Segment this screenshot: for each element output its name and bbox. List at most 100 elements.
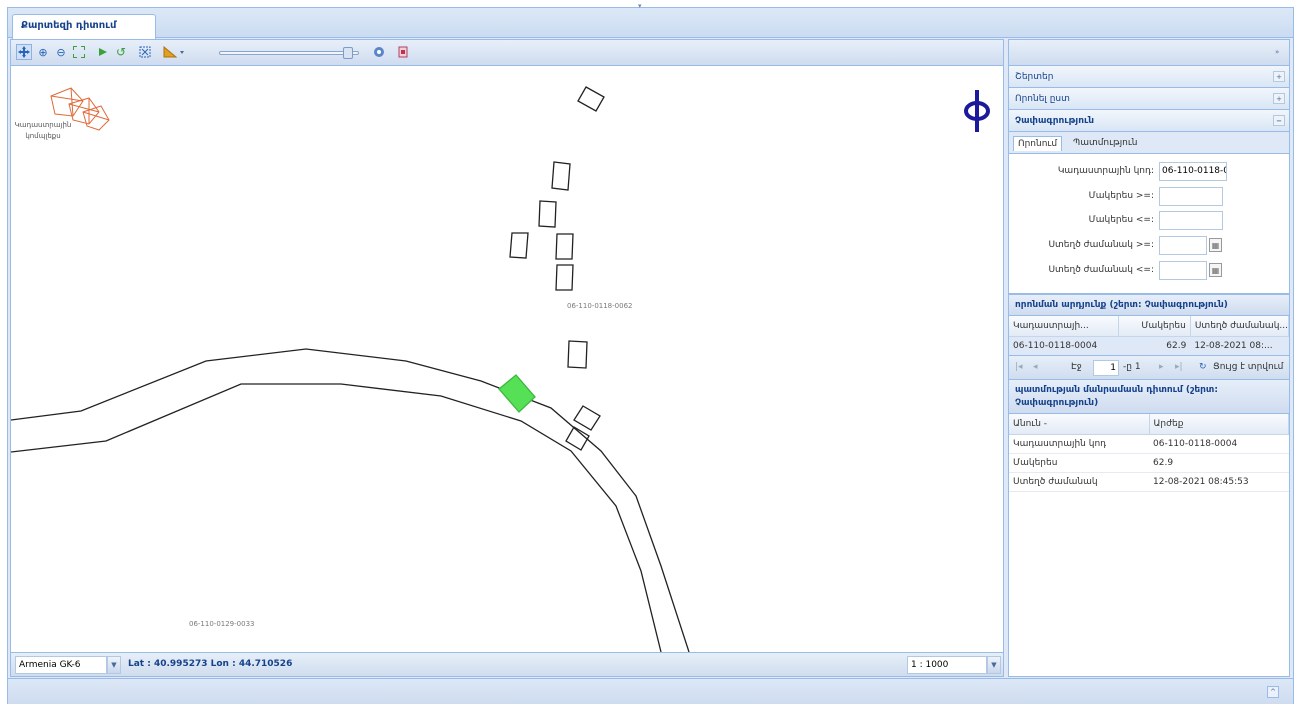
projection-select[interactable]: Armenia GK-6 <box>15 656 107 674</box>
attribute-value: 62.9 <box>1149 453 1289 473</box>
zoom-slider-thumb[interactable] <box>343 47 353 59</box>
parcel-shape <box>509 232 529 259</box>
table-row[interactable]: Ստեղծ ժամանակ 12-08-2021 08:45:53 <box>1009 472 1289 492</box>
prev-page-icon[interactable]: ◂ <box>1033 362 1038 372</box>
legend-label: Կադաստրային կոմպլեքս <box>13 120 73 142</box>
road-inner-edge <box>11 383 662 652</box>
zoom-in-icon[interactable]: ⊕ <box>35 44 51 60</box>
zoom-out-icon[interactable]: ⊖ <box>53 44 69 60</box>
cadastral-code-label: Կադաստրային կոդ: <box>1057 166 1154 176</box>
attributes-header: պատմության մանրամասն դիտում (շերտ: Չափագ… <box>1009 379 1289 414</box>
attribute-value: 06-110-0118-0004 <box>1149 434 1289 454</box>
column-header[interactable]: Անուն - <box>1009 414 1150 435</box>
column-header[interactable]: Կադաստրայի... <box>1009 316 1120 337</box>
table-row[interactable]: Մակերես 62.9 <box>1009 453 1289 473</box>
refresh-icon[interactable]: ↺ <box>113 44 129 60</box>
parcel-label: 06-110-0118-0062 <box>567 302 633 310</box>
print-icon[interactable] <box>395 44 411 60</box>
scale-select[interactable]: 1 : 1000 <box>907 656 987 674</box>
column-header[interactable]: Ստեղծ ժամանակ... <box>1190 316 1289 337</box>
date-gte-label: Ստեղծ ժամանակ >=: <box>1048 240 1154 250</box>
parcel-shape <box>555 264 574 291</box>
pan-icon[interactable] <box>16 44 32 60</box>
tab-search[interactable]: Որոնում <box>1013 136 1063 151</box>
bottom-panel-strip: ^ <box>8 678 1293 704</box>
expand-bottom-icon[interactable]: ^ <box>1267 686 1279 698</box>
tab-map-view[interactable]: Քարտեզի դիտում <box>12 14 156 39</box>
zoom-slider[interactable] <box>219 51 359 55</box>
date-lte-input[interactable] <box>1159 261 1207 280</box>
page-number-input[interactable]: 1 <box>1093 360 1119 376</box>
accordion-layers-label: Շերտեր <box>1015 72 1054 82</box>
subtab-strip: Որոնում Պատմություն <box>1009 132 1289 154</box>
search-form: Կադաստրային կոդ: 06-110-0118-0004 Մակերե… <box>1009 154 1289 294</box>
road-outer-edge <box>11 348 690 652</box>
zoom-extent-icon[interactable] <box>71 44 87 60</box>
date-gte-input[interactable] <box>1159 236 1207 255</box>
accordion-search-by[interactable]: Որոնել ըստ + <box>1009 88 1289 110</box>
calendar-icon[interactable]: ▦ <box>1209 238 1222 252</box>
app-window: ▾ Քարտեզի դիտում ⊕ ⊖ ↺ Կադաստրային կոմպլ… <box>7 2 1294 704</box>
measure-icon[interactable] <box>161 44 187 60</box>
parcel-shape <box>538 200 557 228</box>
collapse-icon[interactable]: − <box>1273 115 1285 126</box>
area-lte-label: Մակերես <=: <box>1088 215 1154 225</box>
parcel-label: 06-110-0129-0033 <box>189 620 255 628</box>
highlighted-parcel <box>498 374 536 413</box>
right-panel: » Շերտեր + Որոնել ըստ + Չափագրություն − … <box>1008 39 1290 677</box>
calendar-icon[interactable]: ▦ <box>1209 263 1222 277</box>
chevron-down-icon[interactable]: ▼ <box>107 656 121 674</box>
last-page-icon[interactable]: ▸| <box>1175 362 1183 372</box>
results-header: որոնման արդյունք (շերտ: Չափագրություն) <box>1009 294 1289 316</box>
chevron-down-icon[interactable]: ▼ <box>987 656 1001 674</box>
table-row[interactable]: Կադաստրային կոդ 06-110-0118-0004 <box>1009 434 1289 454</box>
settings-icon[interactable] <box>371 44 387 60</box>
attribute-value: 12-08-2021 08:45:53 <box>1149 472 1289 492</box>
pager-status-text: Ցույց է տրվում <box>1213 362 1284 372</box>
collapse-top-icon[interactable]: ▾ <box>638 2 650 10</box>
first-page-icon[interactable]: |◂ <box>1015 362 1023 372</box>
coordinates-readout: Lat : 40.995273 Lon : 44.710526 <box>128 659 293 669</box>
page-label: Էջ <box>1071 362 1082 372</box>
parcel-shape <box>573 405 601 431</box>
legend-label-line2: կոմպլեքս <box>25 132 61 140</box>
column-header[interactable]: Մակերես <box>1118 316 1191 337</box>
map-drawing <box>11 86 990 652</box>
table-cell: 06-110-0118-0004 <box>1009 336 1119 355</box>
accordion-survey[interactable]: Չափագրություն − <box>1009 110 1289 132</box>
parcel-shape <box>551 161 571 191</box>
right-panel-header: » <box>1009 40 1289 66</box>
area-lte-input[interactable] <box>1159 211 1223 230</box>
accordion-search-by-label: Որոնել ըստ <box>1015 94 1070 104</box>
next-page-icon[interactable]: ▸ <box>1159 362 1164 372</box>
results-grid: Կադաստրայի... Մակերես Ստեղծ ժամանակ... 0… <box>1009 316 1289 355</box>
tab-history[interactable]: Պատմություն <box>1069 136 1141 150</box>
accordion-survey-label: Չափագրություն <box>1015 116 1095 126</box>
select-icon[interactable] <box>137 44 153 60</box>
results-pager: |◂ ◂ Էջ 1 -ը 1 ▸ ▸| ↻ Ցույց է տրվում <box>1009 355 1289 379</box>
area-gte-label: Մակերես >=: <box>1088 191 1154 201</box>
column-header[interactable]: Արժեք <box>1149 414 1289 435</box>
page-count-label: -ը 1 <box>1123 362 1141 372</box>
parcel-shape <box>567 340 588 369</box>
table-row[interactable]: 06-110-0118-0004 62.9 12-08-2021 08:... <box>1009 336 1289 355</box>
collapse-right-icon[interactable]: » <box>1275 48 1285 58</box>
tab-strip: ▾ Քարտեզի դիտում <box>8 2 1293 39</box>
table-cell: 12-08-2021 08:... <box>1190 336 1289 355</box>
legend-label-line1: Կադաստրային <box>14 121 72 129</box>
expand-icon[interactable]: + <box>1273 71 1285 82</box>
parcel-shape <box>577 86 605 112</box>
attribute-name: Մակերես <box>1009 453 1149 473</box>
cadastral-code-input[interactable]: 06-110-0118-0004 <box>1159 162 1227 181</box>
attributes-grid: Անուն - Արժեք Կադաստրային կոդ 06-110-011… <box>1009 414 1289 492</box>
table-cell: 62.9 <box>1118 336 1191 355</box>
navigation-icon <box>964 90 990 132</box>
accordion-layers[interactable]: Շերտեր + <box>1009 66 1289 88</box>
area-gte-input[interactable] <box>1159 187 1223 206</box>
date-lte-label: Ստեղծ ժամանակ <=: <box>1048 265 1154 275</box>
map-canvas[interactable]: Կադաստրային կոմպլեքս 06-110-0118-0062 06… <box>11 66 1003 652</box>
expand-icon[interactable]: + <box>1273 93 1285 104</box>
identify-icon[interactable] <box>95 44 111 60</box>
refresh-icon[interactable]: ↻ <box>1199 362 1207 372</box>
attribute-name: Ստեղծ ժամանակ <box>1009 472 1149 492</box>
